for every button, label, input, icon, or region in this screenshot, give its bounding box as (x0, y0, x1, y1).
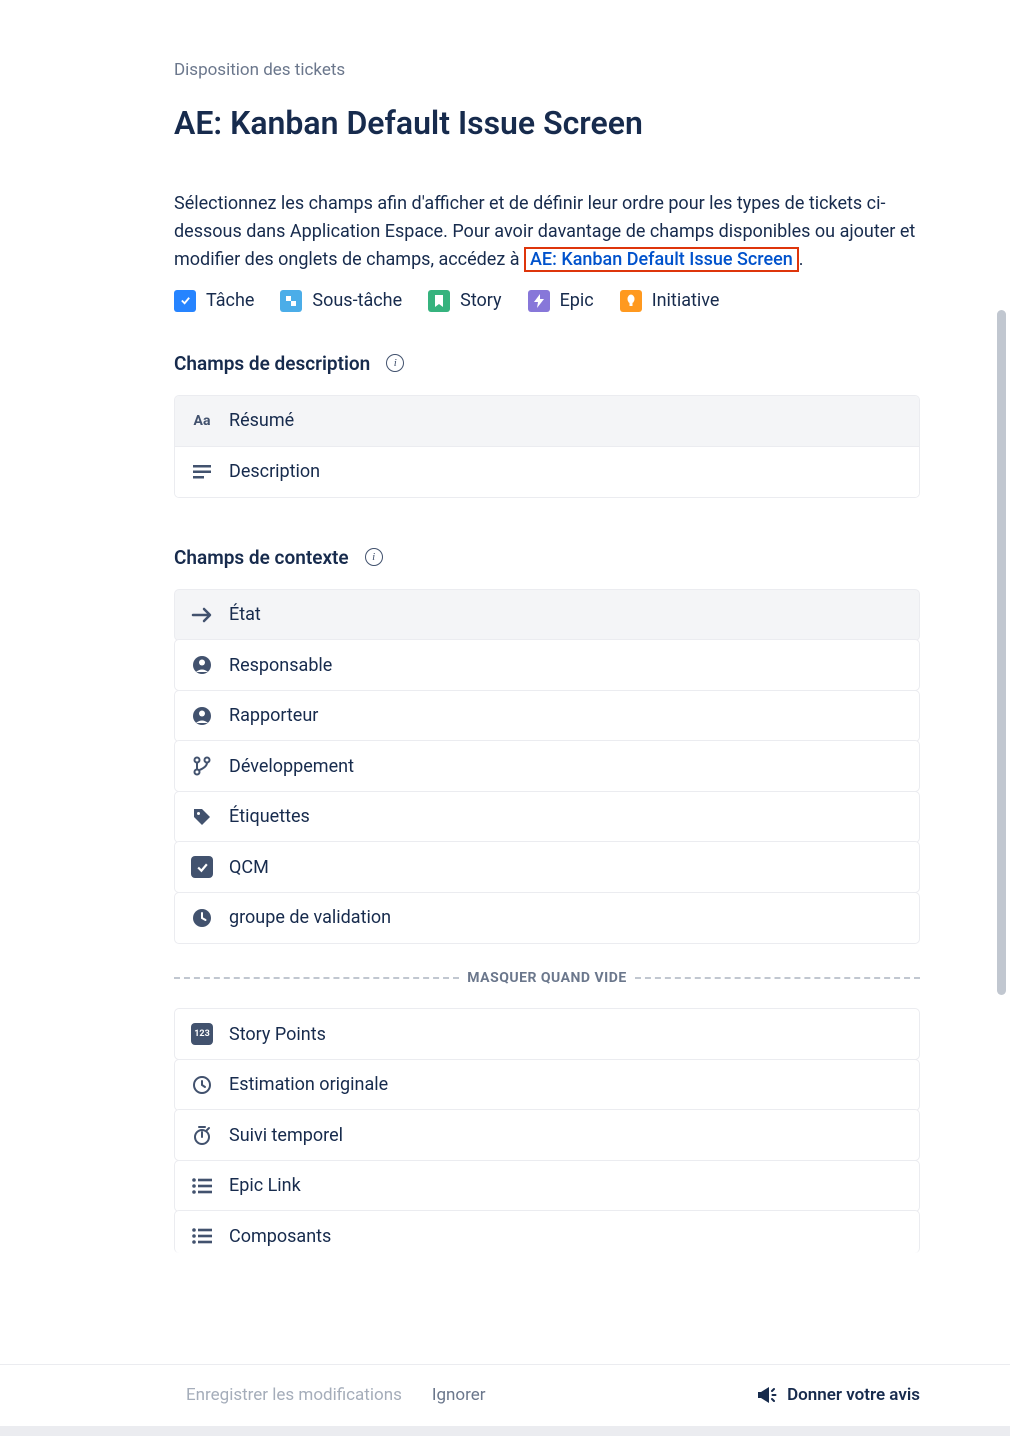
issue-type-label: Epic (560, 290, 594, 311)
hide-when-empty-divider: MASQUER QUAND VIDE (174, 970, 920, 986)
branch-icon (191, 755, 213, 777)
highlight-annotation: AE: Kanban Default Issue Screen (524, 247, 799, 272)
field-label: Développement (229, 756, 354, 777)
field-label: État (229, 604, 261, 625)
context-section-header: Champs de contexte i (174, 546, 920, 569)
tag-icon (191, 806, 213, 828)
issue-type-list: Tâche Sous-tâche Story Epic Initiative (174, 290, 920, 312)
issue-type-task: Tâche (174, 290, 254, 312)
bottom-shadow (0, 1426, 1010, 1436)
footer-bar: Enregistrer les modifications Ignorer Do… (0, 1364, 1010, 1424)
epic-icon (528, 290, 550, 312)
checkbox-icon (191, 856, 213, 878)
task-icon (174, 290, 196, 312)
screen-config-link[interactable]: AE: Kanban Default Issue Screen (530, 249, 793, 270)
subtask-icon (280, 290, 302, 312)
issue-type-label: Initiative (652, 290, 720, 311)
save-button[interactable]: Enregistrer les modifications (186, 1385, 402, 1405)
field-label: groupe de validation (229, 907, 391, 928)
field-qcm[interactable]: QCM (174, 841, 920, 893)
field-validation-group[interactable]: groupe de validation (174, 892, 920, 944)
field-components[interactable]: Composants (174, 1210, 920, 1253)
field-label: Description (229, 461, 320, 482)
issue-type-label: Sous-tâche (312, 290, 402, 311)
field-development[interactable]: Développement (174, 740, 920, 792)
initiative-icon (620, 290, 642, 312)
divider-label: MASQUER QUAND VIDE (467, 970, 626, 986)
clock-icon (191, 907, 213, 929)
intro-text-suffix: . (799, 249, 804, 270)
field-label: Suivi temporel (229, 1125, 343, 1146)
field-label: Étiquettes (229, 806, 310, 827)
field-summary[interactable]: Aa Résumé (175, 396, 919, 446)
field-description[interactable]: Description (175, 446, 919, 497)
context-fields-group: État Responsable Rapporteur Développemen… (174, 589, 920, 944)
issue-type-subtask: Sous-tâche (280, 290, 402, 312)
list-icon (191, 1225, 213, 1247)
field-label: Story Points (229, 1024, 326, 1045)
story-icon (428, 290, 450, 312)
info-icon[interactable]: i (386, 354, 404, 372)
field-epic-link[interactable]: Epic Link (174, 1160, 920, 1212)
megaphone-icon (755, 1385, 777, 1405)
section-title: Champs de description (174, 352, 370, 375)
list-icon (191, 1175, 213, 1197)
issue-type-label: Story (460, 290, 501, 311)
feedback-label: Donner votre avis (787, 1385, 920, 1405)
section-title: Champs de contexte (174, 546, 349, 569)
ignore-button[interactable]: Ignorer (432, 1385, 486, 1405)
field-original-estimate[interactable]: Estimation originale (174, 1059, 920, 1111)
field-story-points[interactable]: 123 Story Points (174, 1008, 920, 1060)
field-label: Composants (229, 1226, 331, 1247)
text-icon: Aa (191, 410, 213, 432)
field-assignee[interactable]: Responsable (174, 639, 920, 691)
paragraph-icon (191, 461, 213, 483)
person-icon (191, 654, 213, 676)
field-status[interactable]: État (174, 589, 920, 641)
issue-type-story: Story (428, 290, 501, 312)
info-icon[interactable]: i (365, 548, 383, 566)
issue-type-label: Tâche (206, 290, 254, 311)
description-section-header: Champs de description i (174, 352, 920, 375)
field-label: Résumé (229, 410, 294, 431)
field-label: Rapporteur (229, 705, 318, 726)
field-labels[interactable]: Étiquettes (174, 791, 920, 843)
field-label: Responsable (229, 655, 332, 676)
field-label: Estimation originale (229, 1074, 388, 1095)
field-time-tracking[interactable]: Suivi temporel (174, 1109, 920, 1161)
field-reporter[interactable]: Rapporteur (174, 690, 920, 742)
stopwatch-icon (191, 1124, 213, 1146)
person-icon (191, 705, 213, 727)
feedback-button[interactable]: Donner votre avis (755, 1385, 920, 1405)
scrollbar[interactable] (997, 310, 1006, 995)
clock-outline-icon (191, 1074, 213, 1096)
field-label: Epic Link (229, 1175, 301, 1196)
field-label: QCM (229, 857, 269, 878)
description-fields-group: Aa Résumé Description (174, 395, 920, 498)
arrow-right-icon (191, 604, 213, 626)
intro-paragraph: Sélectionnez les champs afin d'afficher … (174, 190, 920, 274)
breadcrumb[interactable]: Disposition des tickets (174, 60, 920, 80)
issue-type-epic: Epic (528, 290, 594, 312)
hide-when-empty-group: 123 Story Points Estimation originale Su… (174, 1008, 920, 1253)
issue-type-initiative: Initiative (620, 290, 720, 312)
page-title: AE: Kanban Default Issue Screen (174, 104, 920, 142)
number-icon: 123 (191, 1023, 213, 1045)
